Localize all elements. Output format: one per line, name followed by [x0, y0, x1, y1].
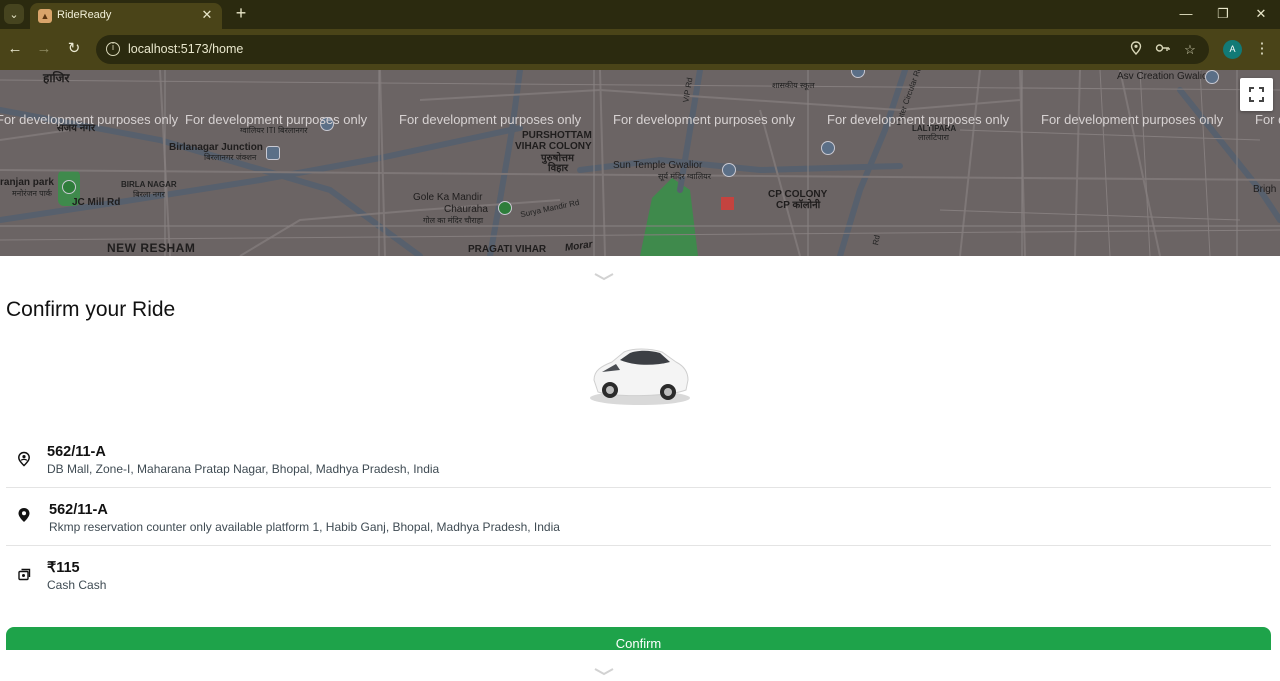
map-label: मनोरंजन पार्क	[12, 189, 52, 198]
bookmark-star-icon[interactable]: ☆	[1181, 41, 1199, 59]
map-label: Chauraha	[444, 204, 488, 215]
tab-search-chevron-icon[interactable]: ⌄	[4, 4, 24, 24]
car-image	[580, 340, 698, 410]
map-label: बिरला नगर	[133, 190, 165, 199]
password-key-icon[interactable]	[1154, 41, 1172, 59]
map-label: गोल का मंदिर चौराहा	[423, 216, 484, 225]
reload-icon[interactable]: ↻	[63, 38, 85, 60]
browser-tab-strip: ⌄ ▲ RideReady ✕ + — ❐ ✕	[0, 0, 1280, 29]
pickup-location-row[interactable]: 562/11-A DB Mall, Zone-I, Maharana Prata…	[6, 430, 1271, 488]
profile-avatar[interactable]: A	[1223, 40, 1242, 59]
site-info-icon[interactable]: i	[106, 42, 120, 56]
dev-watermark: For development purposes only	[399, 112, 582, 127]
dev-watermark: For development purposes only	[1255, 112, 1280, 127]
browser-toolbar: ← → ↻ i localhost:5173/home ☆ A ⋮	[0, 29, 1280, 70]
confirm-button[interactable]: Confirm	[6, 627, 1271, 650]
browser-tab[interactable]: ▲ RideReady ✕	[30, 3, 222, 29]
favicon-icon: ▲	[38, 9, 52, 23]
map-label: Rd	[871, 234, 882, 246]
fullscreen-icon	[1249, 87, 1264, 102]
park-marker-icon[interactable]	[62, 180, 76, 194]
railway-station-icon[interactable]	[266, 146, 280, 160]
map-label: ग्वालियर ITI बिरलानगर	[240, 126, 308, 135]
map-label: JC Mill Rd	[72, 197, 121, 208]
cash-icon	[16, 567, 32, 583]
destination-location-row[interactable]: 562/11-A Rkmp reservation counter only a…	[6, 488, 1271, 546]
map-label: CP कॉलोनी	[776, 200, 821, 211]
map-label: Brigh	[1253, 184, 1277, 195]
browser-menu-icon[interactable]: ⋮	[1253, 38, 1271, 60]
map-label: PRAGATI VIHAR	[468, 244, 547, 255]
dev-watermark: For development purposes only	[613, 112, 796, 127]
location-pin-icon[interactable]	[1127, 41, 1145, 59]
map-label: VIHAR COLONY	[515, 141, 592, 152]
close-window-icon[interactable]: ✕	[1246, 3, 1276, 25]
map-view[interactable]: हाजिर संजय नगर Birlanagar Junction बिरला…	[0, 70, 1280, 256]
pickup-address: DB Mall, Zone-I, Maharana Pratap Nagar, …	[47, 462, 440, 476]
forward-arrow-icon[interactable]: →	[33, 38, 55, 60]
pickup-title: 562/11-A	[47, 444, 106, 460]
map-label: विहार	[548, 163, 569, 174]
attraction-marker-icon[interactable]	[722, 163, 736, 177]
dev-watermark: For development purposes only	[0, 112, 179, 127]
map-label: बिरलानगर जंक्शन	[204, 153, 257, 162]
map-label: शासकीय स्कूल	[772, 81, 815, 90]
close-tab-icon[interactable]: ✕	[198, 6, 216, 24]
map-label: BIRLA NAGAR	[121, 180, 177, 189]
dev-watermark: For development purposes only	[1041, 112, 1224, 127]
page-title: Confirm your Ride	[6, 298, 176, 321]
fare-row[interactable]: ₹115 Cash Cash	[6, 546, 1271, 604]
map-label: Sun Temple Gwalior	[613, 160, 703, 171]
map-label: हाजिर	[43, 71, 70, 85]
minimize-window-icon[interactable]: —	[1171, 3, 1201, 25]
school-marker-icon[interactable]	[821, 141, 835, 155]
fare-amount: ₹115	[47, 560, 80, 576]
destination-title: 562/11-A	[49, 502, 108, 518]
panel-collapse-chevron-icon[interactable]	[594, 268, 614, 281]
user-location-icon	[16, 451, 32, 467]
address-bar[interactable]: i localhost:5173/home ☆	[96, 35, 1209, 64]
payment-method: Cash Cash	[47, 578, 107, 592]
map-label: NEW RESHAM	[107, 241, 196, 255]
panel-bottom-chevron-icon[interactable]	[594, 663, 614, 676]
temple-marker-icon[interactable]	[498, 201, 512, 215]
destination-address: Rkmp reservation counter only available …	[49, 520, 560, 534]
map-label: लालटिपारा	[918, 133, 949, 142]
new-tab-plus-icon[interactable]: +	[230, 3, 252, 25]
map-label: Asv Creation Gwalior	[1117, 71, 1211, 82]
map-label: PURSHOTTAM	[522, 130, 592, 141]
dev-watermark: For development purposes only	[827, 112, 1010, 127]
tab-title: RideReady	[57, 9, 112, 21]
map-label: Birlanagar Junction	[169, 142, 263, 153]
map-fullscreen-button[interactable]	[1240, 78, 1273, 111]
back-arrow-icon[interactable]: ←	[4, 38, 26, 60]
map-label: Gole Ka Mandir	[413, 192, 483, 203]
map-label: ranjan park	[0, 177, 54, 188]
map-label: सूर्य मंदिर ग्वालियर	[658, 172, 712, 181]
url-text[interactable]: localhost:5173/home	[128, 42, 243, 56]
restore-window-icon[interactable]: ❐	[1208, 3, 1238, 25]
place-marker-icon[interactable]	[1205, 70, 1219, 84]
map-pin-icon	[16, 507, 32, 523]
map-label: CP COLONY	[768, 189, 828, 200]
dev-watermark: For development purposes only	[185, 112, 368, 127]
